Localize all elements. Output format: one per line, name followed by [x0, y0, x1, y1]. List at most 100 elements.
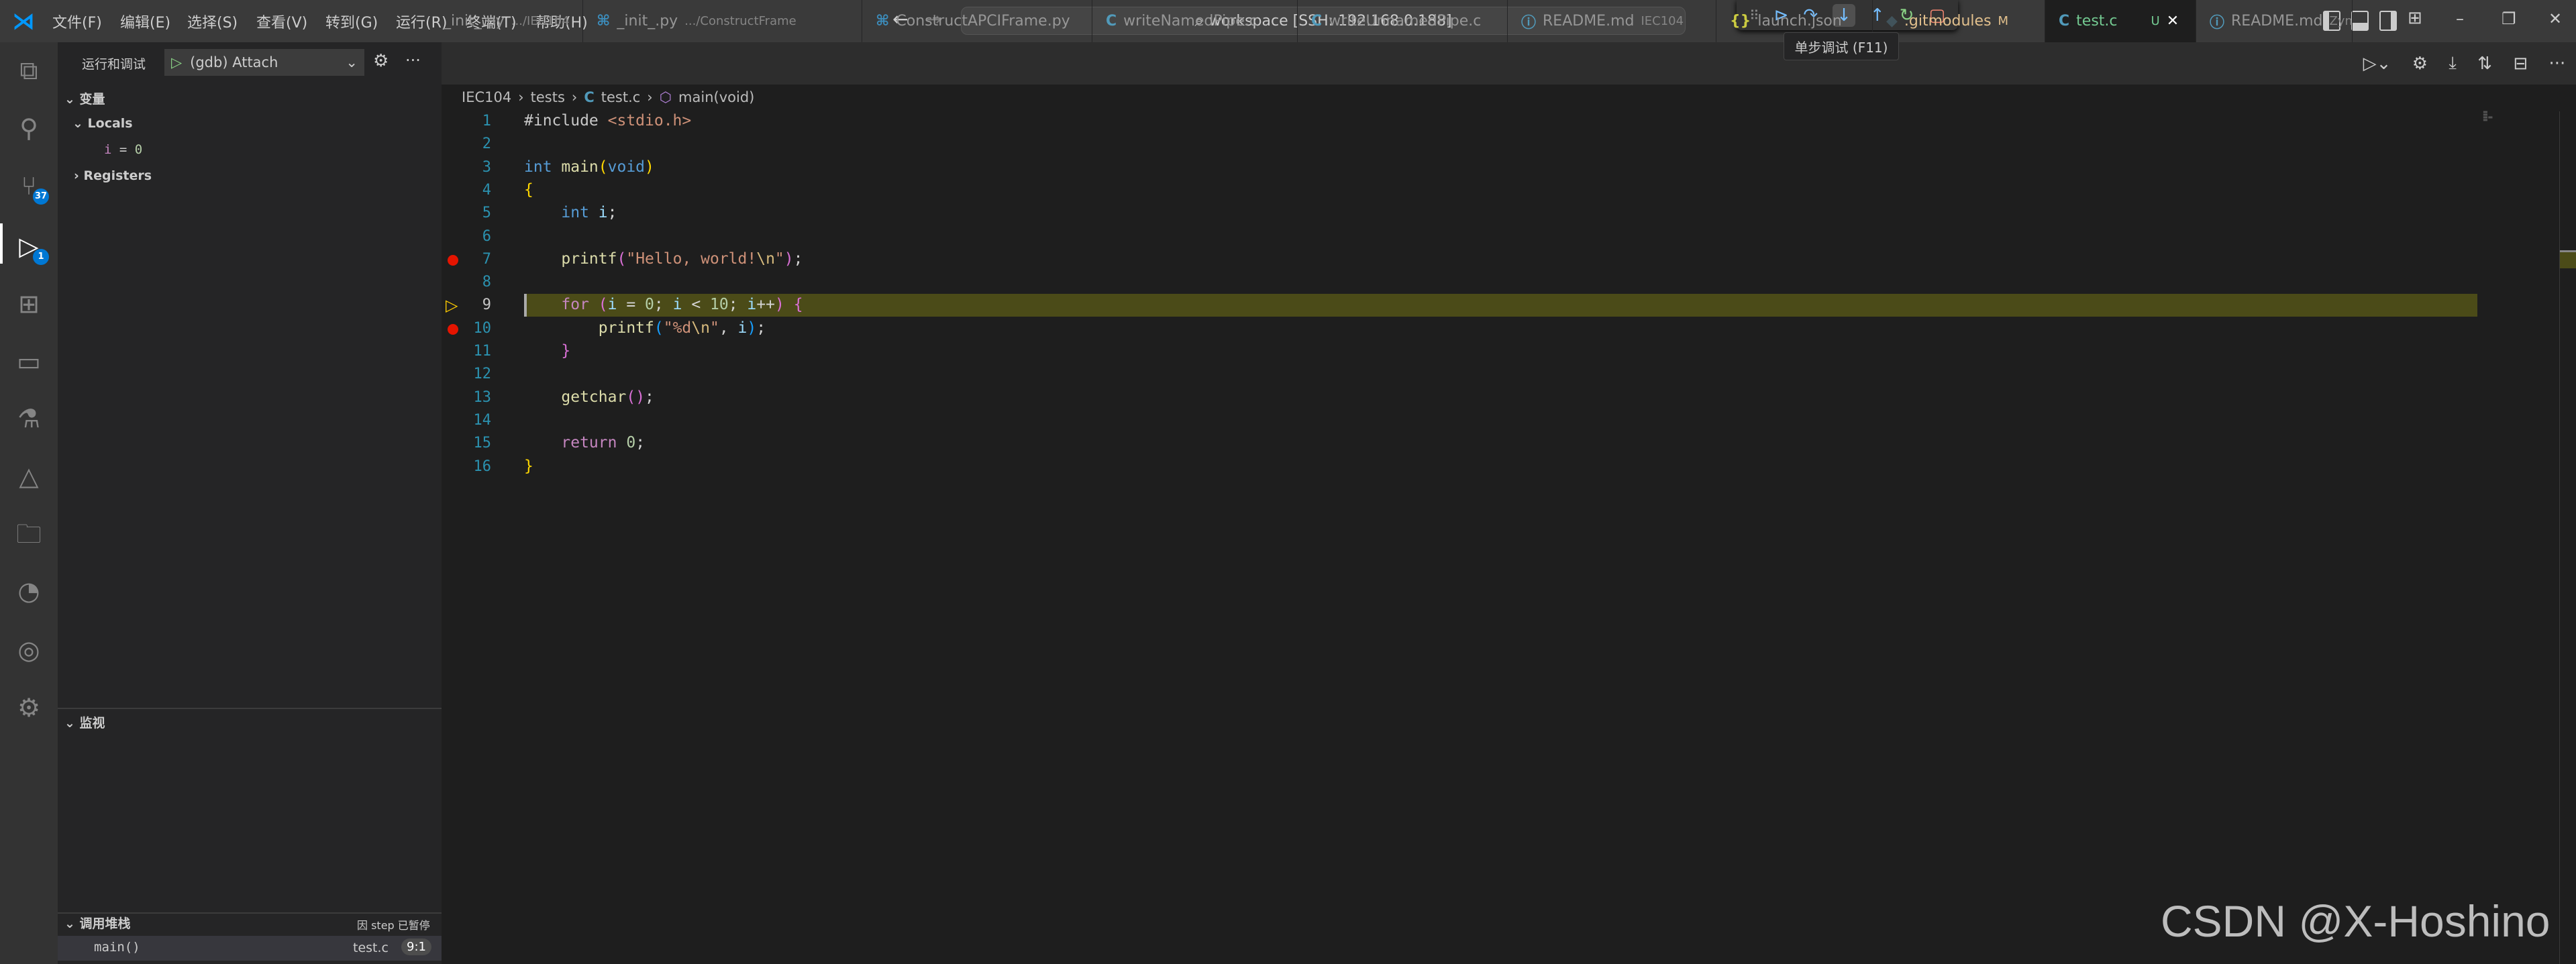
registers-scope[interactable]: › Registers [74, 168, 152, 183]
download-icon[interactable]: ⤓ [2449, 53, 2457, 74]
current-execution-arrow-icon[interactable]: ▷ [446, 296, 458, 315]
testing-icon[interactable]: ⚗ [13, 403, 45, 435]
restore-button[interactable]: ❐ [2502, 9, 2516, 28]
run-debug-icon[interactable]: ▷ 1 [13, 230, 49, 265]
split-editor-icon[interactable]: ⊟ [2513, 54, 2528, 74]
source-control-icon[interactable]: ⑂ 37 [13, 170, 49, 205]
vertical-scrollbar[interactable] [2559, 111, 2576, 964]
tab-readme-md[interactable]: ⓘ README.md IEC104 [1508, 0, 1716, 42]
code-line[interactable]: for (i = 0; i < 10; i++) { [524, 296, 803, 313]
breakpoint-icon[interactable] [448, 254, 458, 266]
tab-writenamedpipe-c[interactable]: CwriteNamedPipe.c [1092, 0, 1298, 42]
tab-label: README.md [1543, 13, 1635, 30]
chevron-down-icon: ⌄ [64, 716, 80, 731]
callstack-frame[interactable]: main() test.c 9:1 [58, 936, 442, 961]
current-line-highlight [524, 294, 2477, 317]
settings-gear-icon[interactable]: ⚙ [2412, 54, 2428, 74]
compare-changes-icon[interactable]: ⇅ [2477, 54, 2492, 74]
tab-description: .../ConstructFrame [684, 14, 796, 28]
tab-readme-md[interactable]: ⓘ README.md Zynq [2196, 0, 2353, 42]
breadcrumb-file[interactable]: test.c [601, 89, 641, 105]
git-lens-icon[interactable]: ◎ [13, 634, 45, 666]
menu-run[interactable]: 运行(R) [396, 11, 447, 32]
minimize-button[interactable]: – [2456, 9, 2464, 28]
tab-test-c[interactable]: Ctest.c U ✕ [2045, 0, 2196, 42]
explorer-icon[interactable]: ⧉ [13, 54, 45, 87]
callstack-section-header[interactable]: ⌄ 调用堆栈 [64, 914, 131, 932]
code-line[interactable]: } [524, 458, 533, 475]
tab--init-py[interactable]: ⌘ _init_.py .../ConstructFrame [583, 0, 862, 42]
line-number: 12 [473, 366, 492, 383]
code-line[interactable]: printf("%d\n", i); [524, 319, 766, 337]
code-line[interactable]: { [524, 181, 533, 199]
launch-config-dropdown[interactable]: ▷ (gdb) Attach ⌄ [164, 49, 364, 76]
code-token: 10 [710, 296, 729, 314]
variable-value: 0 [134, 142, 143, 157]
git-file-icon: ◆ [1886, 13, 1898, 30]
folders-icon[interactable]: 🗀 [13, 518, 45, 550]
watch-section-header[interactable]: ⌄ 监视 [64, 713, 105, 731]
code-line[interactable]: getchar(); [524, 388, 654, 406]
tab--init-py[interactable]: _init_.py .../IEC104 [444, 0, 583, 42]
code-token: int [524, 158, 562, 176]
breakpoint-icon[interactable] [448, 323, 458, 335]
symbol-method-icon: ⬡ [659, 89, 672, 105]
cmake-icon[interactable]: △ [13, 460, 45, 492]
frame-position: 9:1 [401, 939, 431, 955]
close-window-button[interactable]: ✕ [2548, 9, 2562, 28]
tab-constructapciframe-py[interactable]: ⌘ ConstructAPCIFrame.py [862, 0, 1092, 42]
variable-row[interactable]: i = 0 [104, 142, 142, 157]
code-line[interactable]: printf("Hello, world!\n"); [524, 250, 803, 268]
breadcrumb-folder[interactable]: IEC104 [462, 89, 511, 105]
code-token: i [607, 296, 617, 314]
close-tab-icon[interactable]: ✕ [2167, 13, 2179, 30]
code-token: ) [784, 250, 794, 268]
code-line[interactable]: } [524, 342, 570, 360]
more-actions-icon[interactable]: ··· [405, 51, 421, 70]
python-file-icon: ⌘ [597, 13, 611, 30]
tab-label: _init_.py [617, 13, 678, 30]
code-line[interactable]: int i; [524, 204, 617, 221]
menu-selection[interactable]: 选择(S) [187, 11, 238, 32]
locals-scope[interactable]: ⌄ Locals [72, 116, 133, 131]
watch-label: 监视 [79, 716, 105, 731]
code-token: i [598, 204, 608, 222]
menu-go[interactable]: 转到(G) [325, 11, 378, 32]
remote-explorer-icon[interactable]: ▭ [13, 345, 45, 378]
menu-file[interactable]: 文件(F) [52, 11, 102, 32]
run-debug-file-icon[interactable]: ▷⌄ [2363, 54, 2391, 74]
gear-icon[interactable]: ⚙ [373, 51, 389, 71]
git-graph-icon[interactable]: ◔ [13, 575, 45, 607]
menu-view[interactable]: 查看(V) [256, 11, 307, 32]
code-token: ( [654, 319, 664, 337]
code-token: ; [728, 296, 748, 314]
breadcrumb-folder[interactable]: tests [531, 89, 565, 105]
line-number: 2 [482, 136, 491, 153]
code-line[interactable]: #include <stdio.h> [524, 112, 691, 129]
minimap[interactable]: ▬ ▬ ▬▬ ▬ [2483, 109, 2503, 131]
customize-layout-icon[interactable]: ⊞ [2408, 8, 2422, 28]
cpp-config-icon[interactable]: ⚙ [13, 692, 45, 724]
code-token: ( [617, 250, 627, 268]
code-token: return [561, 434, 627, 452]
code-token: 0 [645, 296, 654, 314]
code-line[interactable]: int main(void) [524, 158, 654, 176]
start-debug-icon[interactable]: ▷ [171, 54, 182, 70]
search-icon[interactable]: ⚲ [13, 112, 45, 144]
extensions-icon[interactable]: ⊞ [13, 288, 45, 320]
menu-edit[interactable]: 编辑(E) [120, 11, 170, 32]
more-actions-icon[interactable]: ··· [2548, 54, 2565, 74]
tab-label: .gitmodules [1904, 13, 1992, 30]
frame-name: main() [94, 940, 140, 955]
toggle-secondary-sidebar-icon[interactable] [2379, 11, 2397, 31]
variables-label: 变量 [79, 92, 105, 107]
variables-section-header[interactable]: ⌄ 变量 [64, 89, 105, 107]
line-number: 8 [482, 274, 491, 291]
toggle-panel-icon[interactable] [2351, 11, 2369, 31]
code-token: { [793, 296, 803, 314]
tab-writeunnamedpipe-c[interactable]: CwriteUnnamedPipe.c [1298, 0, 1508, 42]
breadcrumb-symbol[interactable]: main(void) [678, 89, 754, 105]
code-line[interactable]: return 0; [524, 434, 645, 451]
